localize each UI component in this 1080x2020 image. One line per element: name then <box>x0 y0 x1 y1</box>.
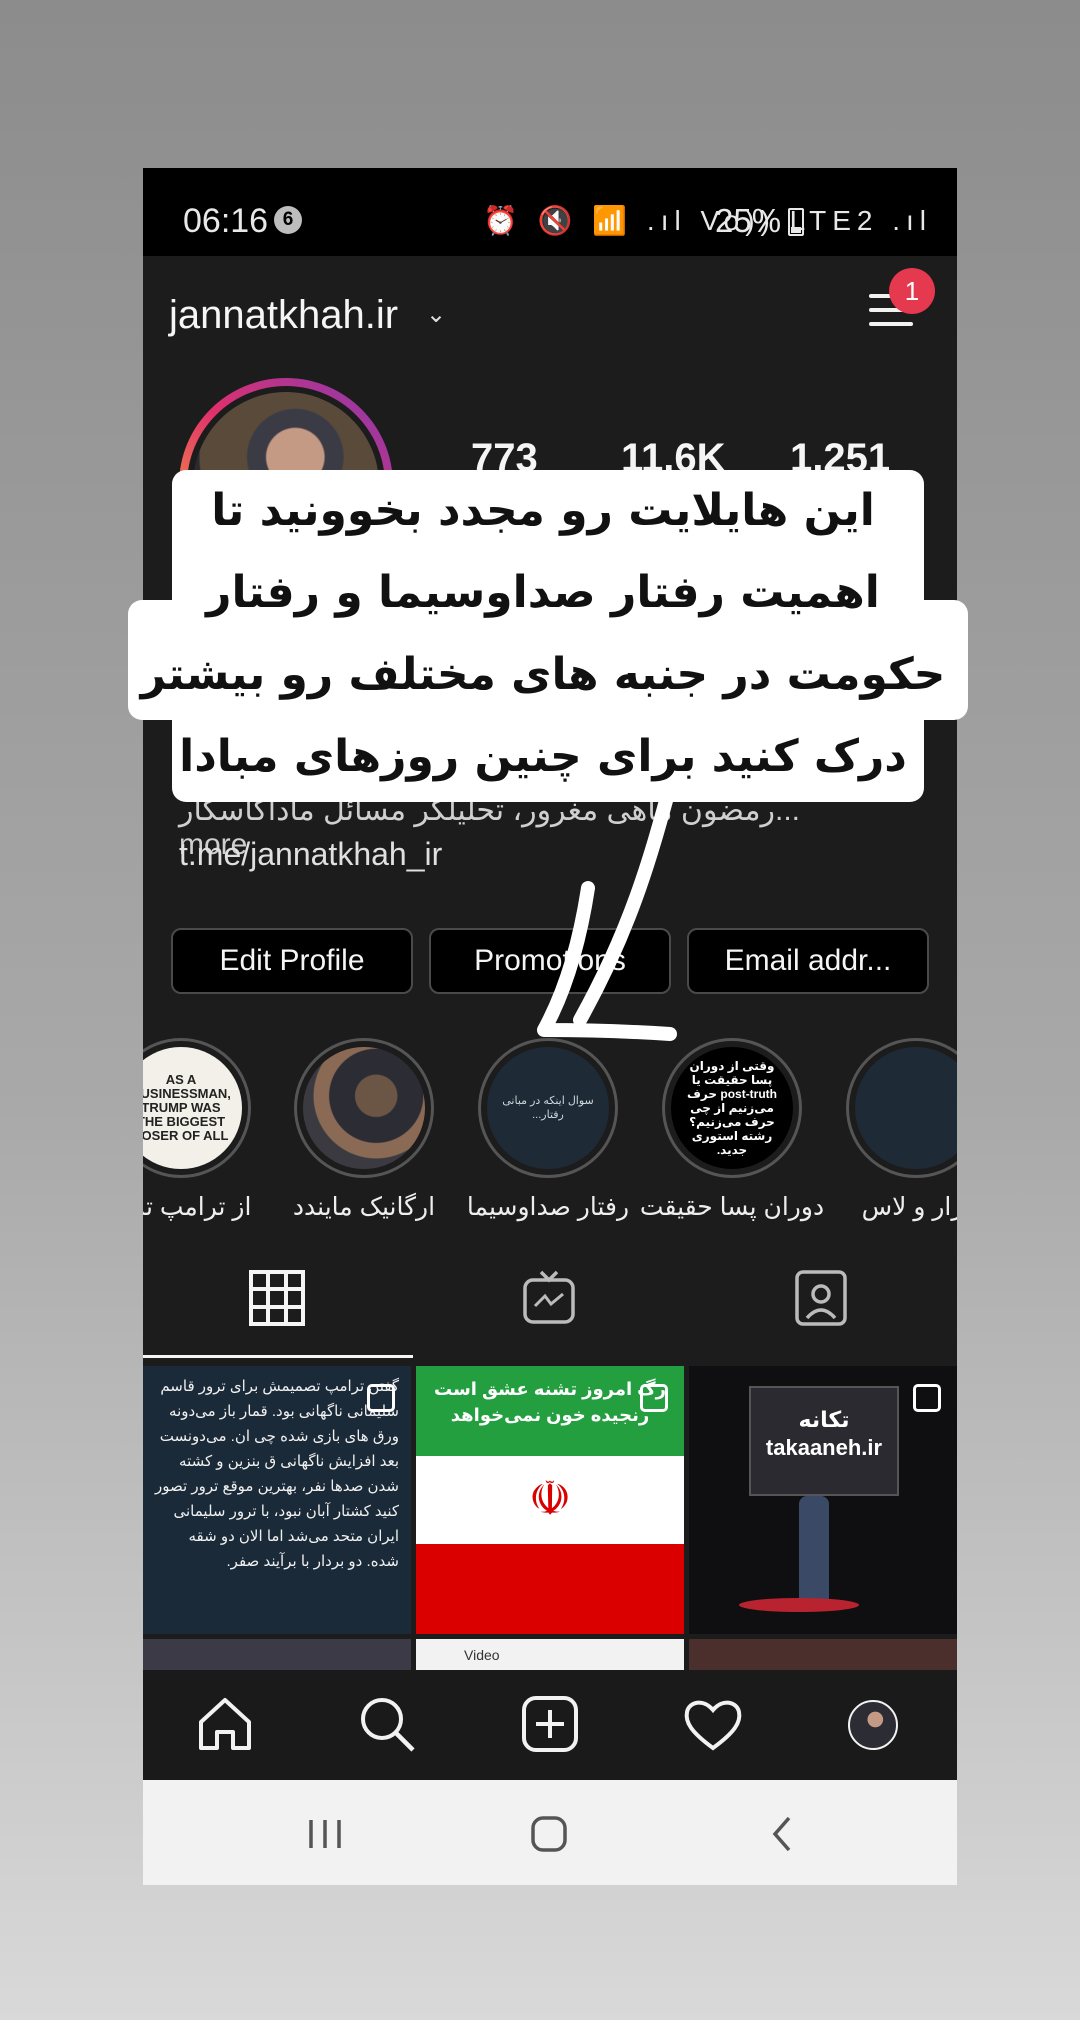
tagged-icon[interactable] <box>791 1268 851 1328</box>
post-speaker <box>799 1496 829 1606</box>
post-thumbnail[interactable]: گفتن ترامپ تصمیمش برای ترور قاسم سلیمانی… <box>143 1366 411 1634</box>
highlight-thumb: AS A BUSINESSMAN, TRUMP WAS THE BIGGEST … <box>143 1047 242 1169</box>
arrow-annotation-icon <box>537 780 677 1041</box>
bottom-nav <box>143 1670 957 1780</box>
highlight-thumb <box>303 1047 425 1169</box>
overlay-line: اهمیت رفتار صداوسیما و رفتار <box>206 567 880 618</box>
highlight-label: آزار و لاس <box>861 1193 957 1221</box>
post-caption-text: رگ امروز تشنه عشق است رنجیده خون نمی‌خوا… <box>434 1379 666 1425</box>
post-thumbnail[interactable]: ☫ رگ امروز تشنه عشق است رنجیده خون نمی‌خ… <box>416 1366 684 1634</box>
highlight-item[interactable]: آزار و لاس <box>846 1038 957 1221</box>
chevron-down-icon[interactable]: ⌄ <box>426 300 446 329</box>
profile-tab-avatar[interactable] <box>848 1700 898 1750</box>
multi-post-icon <box>913 1384 941 1412</box>
multi-post-icon <box>367 1384 395 1412</box>
battery-icon <box>788 208 804 236</box>
home-icon[interactable] <box>193 1692 257 1756</box>
flag-emblem: ☫ <box>416 1456 684 1544</box>
highlight-thumb <box>855 1047 957 1169</box>
highlight-thumb: وقتی از دوران پسا حقیقت یا post-truth حر… <box>671 1047 793 1169</box>
bio-link[interactable]: t.me/jannatkhah_ir <box>179 836 442 873</box>
post-caption-text: Video <box>464 1647 500 1663</box>
multi-post-icon <box>640 1384 668 1412</box>
flag-red <box>416 1544 684 1634</box>
search-icon[interactable] <box>355 1692 419 1756</box>
active-tab-indicator <box>143 1355 413 1358</box>
status-bar: 06:16 6 ⏰ 🔇 📶 .ıl Vo)) LTE2 .ıl 25% <box>143 168 957 256</box>
overlay-caption: این هایلایت رو مجدد بخوونید تا اهمیت رفت… <box>118 470 968 798</box>
overlay-line: این هایلایت رو مجدد بخوونید تا <box>211 485 875 536</box>
system-nav-bar <box>143 1780 957 1885</box>
overlay-line: حکومت در جنبه های مختلف رو بیشتر <box>140 649 946 700</box>
post-stage-rug <box>739 1598 859 1612</box>
highlight-thumb: سوال اینکه در مبانی رفتار... <box>487 1047 609 1169</box>
igtv-icon[interactable] <box>519 1268 579 1328</box>
back-icon[interactable] <box>767 1814 797 1854</box>
post-thumbnail[interactable] <box>689 1639 957 1670</box>
new-post-icon[interactable] <box>518 1692 582 1756</box>
email-button[interactable]: Email addr... <box>687 928 929 994</box>
post-thumbnail[interactable]: تکانه takaaneh.ir <box>689 1366 957 1634</box>
menu-notification-badge: 1 <box>889 268 935 314</box>
highlight-item[interactable]: ارگانیک مایندد <box>293 1038 435 1221</box>
edit-profile-button[interactable]: Edit Profile <box>171 928 413 994</box>
account-switcher[interactable]: jannatkhah.ir <box>169 293 398 338</box>
post-thumbnail[interactable]: Video <box>416 1639 684 1670</box>
status-icons: ⏰ 🔇 📶 .ıl Vo)) LTE2 .ıl <box>483 205 933 236</box>
grid-icon[interactable] <box>247 1268 307 1328</box>
battery-percent: 25% <box>715 202 782 239</box>
post-thumbnail[interactable] <box>143 1639 411 1670</box>
recent-apps-icon[interactable] <box>305 1816 345 1852</box>
highlight-item[interactable]: AS A BUSINESSMAN, TRUMP WAS THE BIGGEST … <box>143 1038 251 1221</box>
notification-count-badge: 6 <box>274 206 302 234</box>
home-system-icon[interactable] <box>529 1814 569 1854</box>
status-time: 06:16 <box>183 202 269 240</box>
post-caption-text: تکانه takaaneh.ir <box>765 1407 883 1460</box>
heart-icon[interactable] <box>681 1692 745 1756</box>
